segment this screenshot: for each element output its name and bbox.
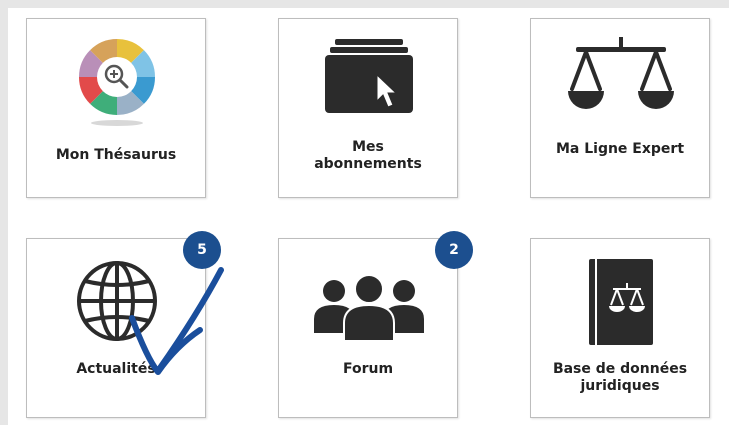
tile-mes-abonnements[interactable]: Mes abonnements bbox=[278, 18, 458, 198]
tile-actualites[interactable]: Actualités bbox=[26, 238, 206, 418]
tile-label-line1: Mes bbox=[352, 139, 384, 155]
tile-ma-ligne-expert[interactable]: Ma Ligne Expert bbox=[530, 18, 710, 198]
notification-badge: 2 bbox=[435, 231, 473, 269]
tile-label: Mes abonnements bbox=[279, 139, 457, 173]
tile-label: Forum bbox=[342, 361, 394, 377]
tile-label: Base de données juridiques bbox=[531, 361, 709, 395]
tile-forum[interactable]: Forum bbox=[278, 238, 458, 418]
scales-icon bbox=[568, 37, 674, 109]
folder-cursor-icon bbox=[325, 39, 413, 113]
people-group-icon bbox=[314, 275, 424, 342]
tile-base-de-donnees-juridiques[interactable]: Base de données juridiques bbox=[530, 238, 710, 418]
thesaurus-icon bbox=[78, 38, 156, 126]
tile-label: Mon Thésaurus bbox=[55, 147, 177, 163]
notification-badge: 5 bbox=[183, 231, 221, 269]
tile-label-line2: abonnements bbox=[314, 156, 422, 172]
globe-icon bbox=[77, 261, 157, 341]
tile-label-line1: Base de données bbox=[552, 361, 688, 377]
tile-label-line2: juridiques bbox=[580, 378, 660, 394]
law-book-icon bbox=[589, 259, 653, 345]
tile-label: Actualités bbox=[76, 361, 156, 377]
tile-label: Ma Ligne Expert bbox=[555, 141, 685, 157]
tile-mon-thesaurus[interactable]: Mon Thésaurus bbox=[26, 18, 206, 198]
